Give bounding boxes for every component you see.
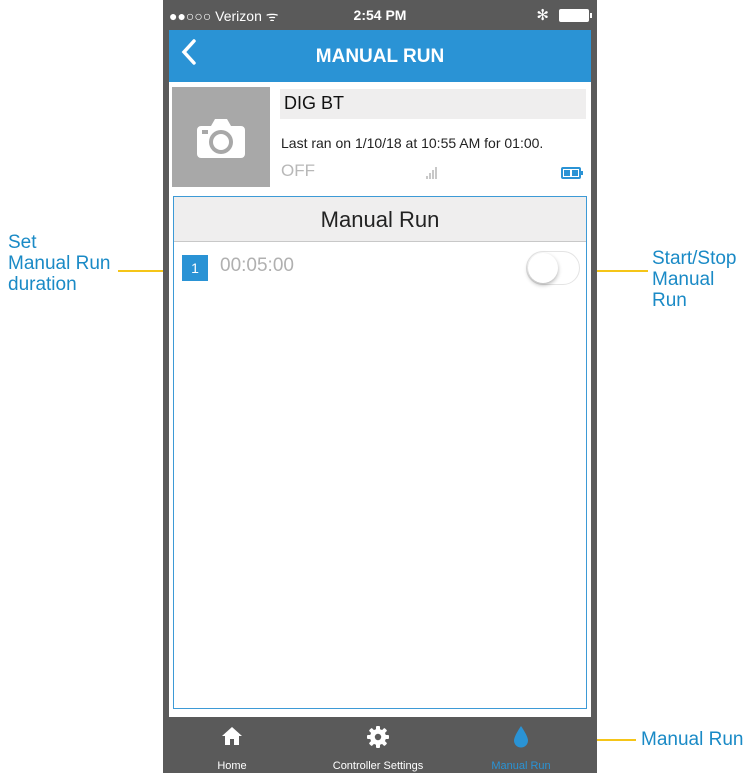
zone-number-badge: 1 — [182, 255, 208, 281]
panel-header: Manual Run — [174, 197, 586, 242]
controller-name: DIG BT — [280, 89, 586, 119]
water-drop-icon — [514, 726, 528, 748]
annotation-line-1: Set — [8, 232, 37, 253]
controller-state: OFF — [281, 161, 315, 180]
status-bar: ●●○○○ Verizon ᯤ 2:54 PM ✻ — [163, 0, 597, 30]
annotation-manual-run-tab: Manual Run — [641, 729, 744, 750]
signal-strength-icon — [426, 165, 442, 179]
annotation-line-3: duration — [8, 274, 77, 295]
home-icon — [222, 727, 242, 745]
tab-label: Controller Settings — [332, 760, 424, 772]
battery-icon — [561, 167, 583, 179]
tab-controller-settings[interactable]: Controller Settings — [313, 717, 443, 773]
annotation-line-2: Manual Run — [8, 253, 111, 274]
controller-photo[interactable] — [172, 87, 270, 187]
nav-bar: MANUAL RUN — [169, 30, 591, 82]
tab-bar: Home Controller Settings Manual Run — [163, 717, 597, 773]
last-ran-text: Last ran on 1/10/18 at 10:55 AM for 01:0… — [281, 135, 544, 151]
clock: 2:54 PM — [353, 7, 407, 23]
annotation-line-2: Manual Run — [652, 269, 715, 311]
tab-home[interactable]: Home — [187, 717, 277, 773]
gear-icon — [367, 726, 389, 748]
annotation-set-duration: Set Manual Run duration — [8, 232, 110, 295]
annotation-connector-toggle — [588, 270, 648, 272]
zone-duration-field[interactable]: 00:05:00 — [220, 255, 294, 277]
phone-screen: ●●○○○ Verizon ᯤ 2:54 PM ✻ MANUAL RUN DIG… — [163, 0, 597, 773]
main-content: DIG BT Last ran on 1/10/18 at 10:55 AM f… — [169, 82, 591, 717]
annotation-line-1: Start/Stop — [652, 248, 737, 269]
page-title: MANUAL RUN — [315, 46, 445, 67]
tab-label: Manual Run — [491, 760, 551, 772]
tab-manual-run[interactable]: Manual Run — [481, 717, 561, 773]
bluetooth-icon: ✻ — [536, 7, 549, 24]
camera-icon — [197, 119, 245, 158]
manual-run-panel: Manual Run 1 00:05:00 — [173, 196, 587, 709]
zone-row: 1 00:05:00 — [174, 249, 586, 289]
status-battery-icon — [559, 9, 592, 22]
annotation-start-stop: Start/Stop Manual Run — [652, 248, 753, 311]
tab-label: Home — [217, 760, 247, 772]
start-stop-toggle[interactable] — [526, 251, 580, 285]
toggle-knob — [528, 253, 558, 283]
